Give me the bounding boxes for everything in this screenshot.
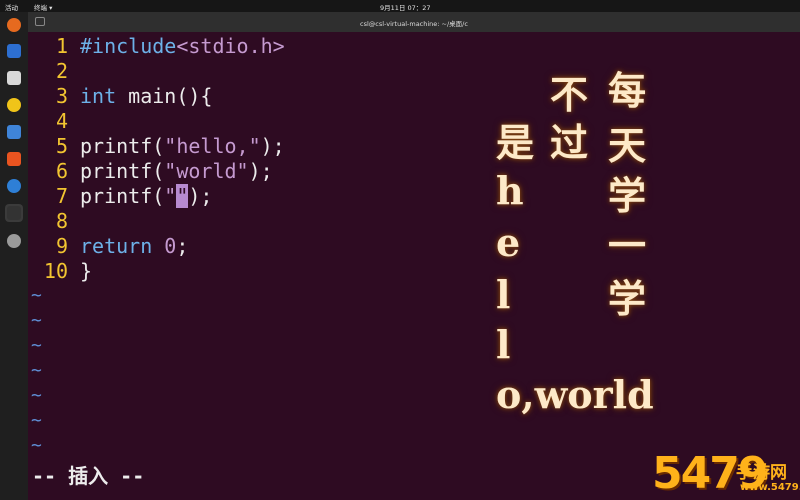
watermark-site-name: 手游网: [736, 463, 787, 483]
line-number: 1: [55, 34, 68, 58]
empty-line-marker: ~: [31, 435, 42, 456]
activities-button[interactable]: 活动: [5, 2, 18, 12]
watermark-url: www.5479.cn: [740, 482, 800, 493]
overlay-char: 天: [608, 123, 647, 168]
empty-line-marker: ~: [31, 285, 42, 306]
code-token: ;: [176, 234, 189, 258]
code-token: );: [248, 159, 273, 183]
overlay-char: l: [496, 272, 511, 317]
code-line: 1 #include<stdio.h>: [28, 34, 285, 59]
code-token: );: [188, 184, 213, 208]
code-token: printf(: [80, 134, 165, 158]
terminal-area[interactable]: -- 插入 -- 1 #include<stdio.h> 2 3 int main(){…: [28, 32, 800, 500]
overlay-char: l: [496, 322, 511, 367]
line-number: 3: [55, 84, 68, 108]
code-token: "hello,": [164, 134, 261, 158]
empty-line-marker: ~: [31, 335, 42, 356]
window-title: csl@csl-virtual-machine: ~/桌面/c: [360, 20, 468, 28]
terminal-icon[interactable]: [5, 204, 23, 222]
code-token: printf(: [80, 184, 165, 208]
code-token: }: [80, 259, 93, 283]
terminal-app-menu[interactable]: 终端 ▾: [34, 2, 52, 12]
code-token: main(){: [116, 84, 213, 108]
line-number: 8: [55, 209, 68, 233]
empty-line-marker: ~: [31, 385, 42, 406]
code-line: 4: [28, 109, 80, 134]
code-token: printf(: [80, 159, 165, 183]
code-token: return: [80, 234, 165, 258]
empty-line-marker: ~: [31, 410, 42, 431]
code-line: 3 int main(){: [28, 84, 213, 109]
code-line: 5 printf("hello,");: [28, 134, 285, 159]
overlay-char: 学: [608, 276, 647, 321]
code-token: int: [80, 84, 117, 108]
terminal-header-bar: csl@csl-virtual-machine: ~/桌面/c: [28, 12, 800, 32]
code-token: "world": [164, 159, 249, 183]
overlay-char: 不: [550, 72, 589, 117]
overlay-char: 过: [550, 120, 589, 165]
firefox-icon[interactable]: [5, 16, 23, 34]
code-token: 0: [164, 234, 177, 258]
code-token: #include: [80, 34, 177, 58]
line-number: 9: [55, 234, 68, 258]
code-token: );: [260, 134, 285, 158]
code-token: ": [164, 184, 177, 208]
vim-mode-indicator: -- 插入 --: [32, 464, 145, 488]
line-number: 5: [55, 134, 68, 158]
line-number: 2: [55, 59, 68, 83]
code-line: 8: [28, 209, 80, 234]
dock: [0, 12, 28, 500]
thunderbird-icon[interactable]: [5, 42, 23, 60]
overlay-char: o,world: [496, 372, 654, 417]
software-icon[interactable]: [5, 150, 23, 168]
empty-line-marker: ~: [31, 360, 42, 381]
line-number: 10: [43, 259, 68, 283]
code-line: 6 printf("world");: [28, 159, 273, 184]
code-token: <stdio.h>: [176, 34, 285, 58]
rhythmbox-icon[interactable]: [5, 96, 23, 114]
text-cursor: ": [176, 184, 189, 208]
empty-line-marker: ~: [31, 310, 42, 331]
code-line: 7 printf("");: [28, 184, 212, 209]
code-line: 9 return 0;: [28, 234, 188, 259]
top-bar: 活动 终端 ▾ 9月11日 07：27: [0, 0, 800, 12]
overlay-char: 一: [608, 223, 647, 268]
code-line: 10}: [28, 259, 92, 284]
line-number: 7: [55, 184, 68, 208]
line-number: 6: [55, 159, 68, 183]
overlay-char: 每: [608, 68, 647, 113]
overlay-char: h: [496, 168, 524, 213]
files-icon[interactable]: [5, 69, 23, 87]
writer-icon[interactable]: [5, 123, 23, 141]
help-icon[interactable]: [5, 177, 23, 195]
updater-icon[interactable]: [5, 232, 23, 250]
overlay-char: e: [496, 220, 521, 265]
line-number: 4: [55, 109, 68, 133]
clock[interactable]: 9月11日 07：27: [380, 2, 431, 12]
overlay-char: 学: [608, 173, 647, 218]
overlay-char: 是: [496, 120, 535, 165]
code-line: 2: [28, 59, 80, 84]
